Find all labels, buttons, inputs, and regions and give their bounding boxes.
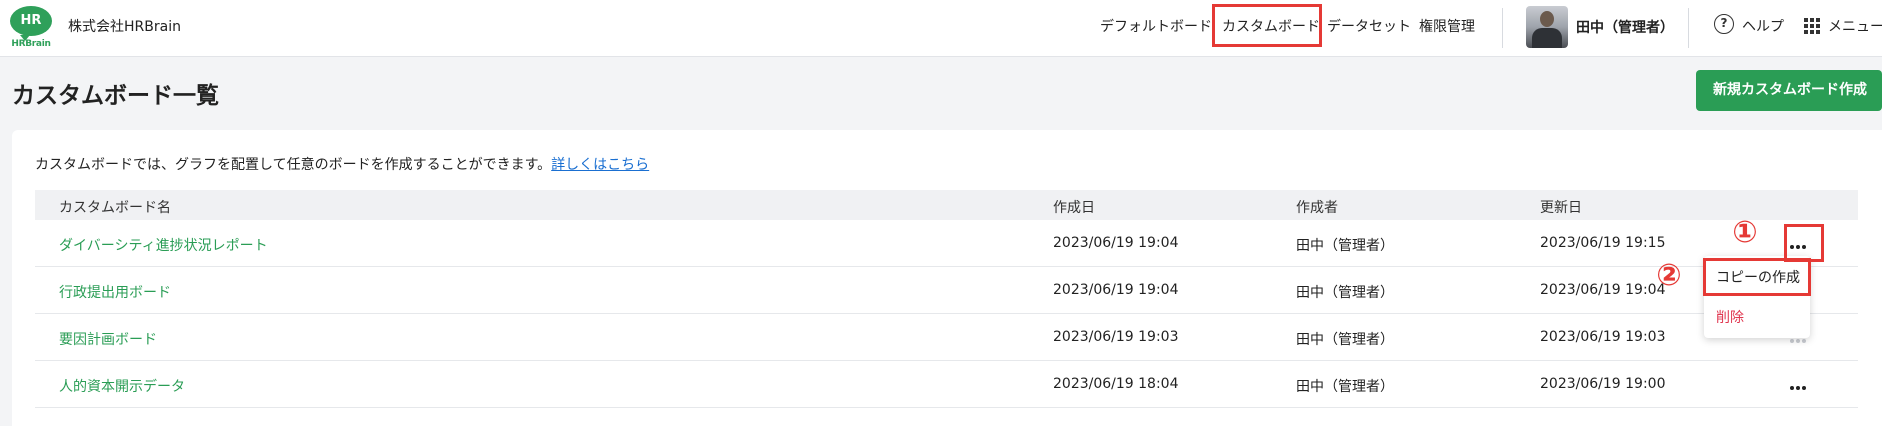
board-name-link[interactable]: 人的資本開示データ	[59, 376, 185, 396]
author: 田中（管理者）	[1296, 238, 1394, 254]
logo-mark: HR	[10, 6, 52, 41]
table-row[interactable]: 人的資本開示データ 2023/06/19 18:04 田中（管理者） 2023/…	[35, 361, 1858, 408]
created-date: 2023/06/19 19:03	[1053, 329, 1179, 345]
table-row[interactable]: 行政提出用ボード 2023/06/19 19:04 田中（管理者） 2023/0…	[35, 267, 1858, 314]
delete-menu-item[interactable]: 削除	[1716, 307, 1744, 327]
avatar-body	[1532, 28, 1562, 48]
board-name-link[interactable]: 行政提出用ボード	[59, 282, 171, 302]
new-custom-board-button[interactable]: 新規カスタムボード作成	[1696, 70, 1882, 111]
board-name-link[interactable]: 要因計画ボード	[59, 329, 157, 349]
col-board-name: カスタムボード名	[59, 200, 171, 216]
nav-dataset[interactable]: データセット	[1327, 16, 1411, 36]
nav-permissions[interactable]: 権限管理	[1419, 16, 1475, 36]
help-icon[interactable]: ?	[1714, 14, 1734, 34]
grid-menu-icon[interactable]	[1804, 18, 1820, 34]
menu-link[interactable]: メニュー	[1828, 16, 1882, 36]
nav-highlight-annotation	[1212, 4, 1322, 47]
hrbrain-logo[interactable]: HR HRBrain	[10, 6, 52, 49]
description-text: カスタムボードでは、グラフを配置して任意のボードを作成することができます。	[35, 157, 552, 173]
header-divider	[1502, 8, 1503, 48]
created-date: 2023/06/19 19:04	[1053, 235, 1179, 251]
table-row[interactable]: ダイバーシティ進捗状況レポート 2023/06/19 19:04 田中（管理者）…	[35, 220, 1858, 267]
page-title: カスタムボード一覧	[12, 83, 219, 109]
top-header: HR HRBrain 株式会社HRBrain デフォルトボード カスタムボード …	[0, 0, 1882, 57]
updated-date: 2023/06/19 19:00	[1540, 376, 1666, 392]
author: 田中（管理者）	[1296, 332, 1394, 348]
header-divider	[1688, 8, 1689, 48]
author: 田中（管理者）	[1296, 379, 1394, 395]
logo-text: HRBrain	[11, 39, 51, 49]
user-avatar[interactable]	[1526, 6, 1568, 48]
updated-date: 2023/06/19 19:04	[1540, 282, 1666, 298]
more-button-highlight-annotation	[1784, 224, 1824, 262]
help-link[interactable]: ヘルプ	[1742, 16, 1784, 36]
details-link[interactable]: 詳しくはこちら	[551, 157, 649, 173]
copy-highlight-annotation	[1703, 258, 1811, 296]
avatar-head	[1540, 11, 1554, 27]
table-header: カスタムボード名 作成日 作成者 更新日	[35, 190, 1858, 220]
col-created: 作成日	[1053, 200, 1095, 216]
col-author: 作成者	[1296, 200, 1338, 216]
updated-date: 2023/06/19 19:15	[1540, 235, 1666, 251]
updated-date: 2023/06/19 19:03	[1540, 329, 1666, 345]
author: 田中（管理者）	[1296, 285, 1394, 301]
col-updated: 更新日	[1540, 200, 1582, 216]
description: カスタムボードでは、グラフを配置して任意のボードを作成することができます。詳しく…	[35, 154, 649, 174]
company-name: 株式会社HRBrain	[68, 19, 181, 35]
created-date: 2023/06/19 18:04	[1053, 376, 1179, 392]
table-row[interactable]: 要因計画ボード 2023/06/19 19:03 田中（管理者） 2023/06…	[35, 314, 1858, 361]
more-options-icon[interactable]	[1786, 377, 1810, 393]
nav-default-board[interactable]: デフォルトボード	[1100, 16, 1212, 36]
step-1-marker: ①	[1732, 215, 1758, 250]
step-2-marker: ②	[1656, 258, 1682, 293]
user-name[interactable]: 田中（管理者）	[1576, 17, 1674, 37]
board-name-link[interactable]: ダイバーシティ進捗状況レポート	[59, 235, 268, 255]
created-date: 2023/06/19 19:04	[1053, 282, 1179, 298]
